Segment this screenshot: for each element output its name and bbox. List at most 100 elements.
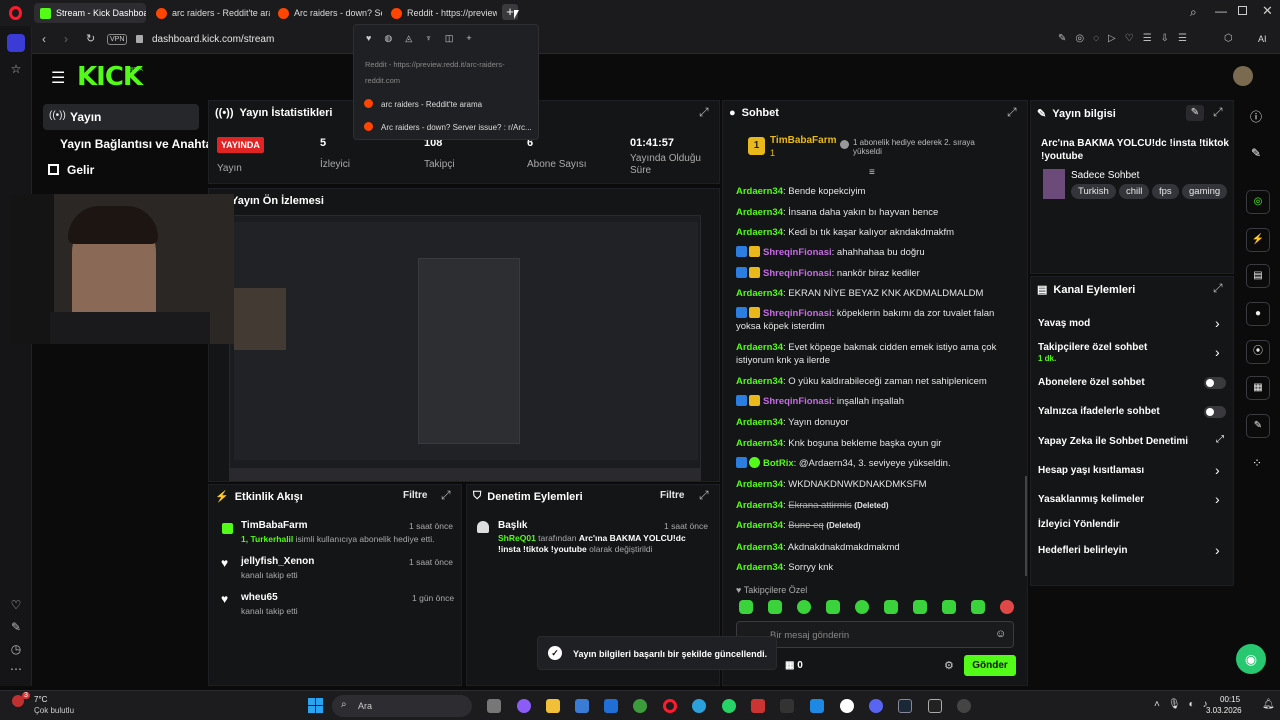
tag-chill[interactable]: chill <box>1119 184 1150 199</box>
ai-button[interactable]: AI <box>1258 34 1267 44</box>
support-chat-button[interactable]: ◉ <box>1236 644 1266 674</box>
emote-icon[interactable] <box>768 600 782 614</box>
popout-icon[interactable]: ⤢ <box>1007 105 1017 120</box>
tab-reddit-search[interactable]: arc raiders - Reddit'te ara <box>150 3 270 23</box>
chat-username[interactable]: Ardaern34 <box>736 562 783 573</box>
windows-start-icon[interactable] <box>308 698 323 713</box>
search-tabs-icon[interactable]: ⌕ <box>1190 5 1197 20</box>
maximize-button[interactable] <box>1238 6 1247 15</box>
minimize-button[interactable]: — <box>1215 4 1227 18</box>
forward-icon[interactable]: › <box>64 32 68 46</box>
action-emotes-only[interactable]: Yalnızca ifadelerle sohbet <box>1038 406 1160 417</box>
action-raid[interactable]: İzleyici Yönlendir <box>1038 519 1120 530</box>
action-subscribers-only[interactable]: Abonelere özel sohbet <box>1038 377 1145 388</box>
back-icon[interactable]: ‹ <box>42 32 46 46</box>
chat-username[interactable]: Ardaern34 <box>736 438 783 449</box>
emote-icon[interactable] <box>913 600 927 614</box>
browser-toolbar-icons[interactable]: ✎◎◌▷♡☰⇩☰ <box>1058 33 1196 44</box>
speed-dial-icons[interactable]: ♥◍◬♆◫+ <box>366 33 485 44</box>
emote-icon[interactable] <box>797 600 811 614</box>
opera-logo-icon[interactable] <box>9 6 22 20</box>
reload-icon[interactable]: ↻ <box>86 32 95 45</box>
rail-layout-icon[interactable]: ▦ <box>1246 376 1270 400</box>
action-account-age[interactable]: Hesap yaşı kısıtlaması <box>1038 465 1144 476</box>
edit-info-icon[interactable]: ✎ <box>1186 105 1204 121</box>
action-followers-only[interactable]: Takipçilere özel sohbet <box>1038 342 1147 353</box>
chat-username[interactable]: ShreqinFionasi <box>763 308 832 319</box>
subscribers-only-toggle[interactable] <box>1204 377 1226 389</box>
chat-username[interactable]: Ardaern34 <box>736 288 783 299</box>
chevron-right-icon[interactable]: › <box>1215 491 1220 507</box>
weather-desc[interactable]: Çok bulutlu <box>34 706 74 715</box>
chevron-right-icon[interactable]: › <box>1215 542 1220 558</box>
chat-username[interactable]: BotRix <box>763 458 794 469</box>
popout-icon[interactable]: ⤢ <box>1213 105 1223 120</box>
popout-icon[interactable]: ⤢ <box>699 488 709 503</box>
emoji-icon[interactable]: ☺ <box>995 628 1006 640</box>
suggestion-url[interactable]: Reddit - https://preview.redd.it/arc-rai… <box>365 57 535 89</box>
category-name[interactable]: Sadece Sohbet <box>1071 170 1139 181</box>
external-link-icon[interactable]: ⤢ <box>1216 434 1224 445</box>
telegram-icon[interactable] <box>692 699 706 713</box>
emote-icon[interactable] <box>855 600 869 614</box>
nav-item-stream[interactable]: ((•)) Yayın <box>43 104 199 130</box>
clock-date[interactable]: 3.03.2026 <box>1206 706 1242 715</box>
chat-username[interactable]: Ardaern34 <box>736 186 783 197</box>
extensions-icon[interactable]: ⬡ <box>1224 33 1233 44</box>
file-explorer-icon[interactable] <box>546 699 560 713</box>
notifications-icon[interactable]: 🔔︎ <box>1262 699 1275 710</box>
epic-games-icon[interactable] <box>928 699 942 713</box>
rail-broadcast-icon[interactable]: ⦿ <box>1246 340 1270 364</box>
action-slow-mode[interactable]: Yavaş mod <box>1038 318 1090 329</box>
opera-icon[interactable] <box>663 699 677 713</box>
outlook-icon[interactable] <box>604 699 618 713</box>
heart-icon[interactable]: ♡ <box>6 598 26 612</box>
chat-username[interactable]: ShreqinFionasi <box>763 247 832 258</box>
chat-username[interactable]: Ardaern34 <box>736 342 783 353</box>
pen-icon[interactable]: ✎ <box>6 620 26 634</box>
collapse-pinned-icon[interactable]: ≡ <box>869 167 875 178</box>
emote-icon[interactable] <box>1000 600 1014 614</box>
capcut-icon[interactable] <box>780 699 794 713</box>
tab-kick-dashboard[interactable]: Stream - Kick Dashboard <box>34 3 146 23</box>
popout-icon[interactable]: ⤢ <box>1213 281 1223 296</box>
rail-chat-icon[interactable]: ● <box>1246 302 1270 326</box>
info-icon[interactable]: ⓘ <box>1250 108 1262 125</box>
task-view-icon[interactable] <box>487 699 501 713</box>
rail-capture-icon[interactable]: ◎ <box>1246 190 1270 214</box>
action-banned-words[interactable]: Yasaklanmış kelimeler <box>1038 494 1144 505</box>
weather-temp[interactable]: 7°C <box>34 695 47 704</box>
menu-icon[interactable]: ☰ <box>51 68 65 88</box>
headset-icon[interactable] <box>751 699 765 713</box>
tag-fps[interactable]: fps <box>1152 184 1179 199</box>
chat-username[interactable]: Ardaern34 <box>736 520 783 531</box>
whatsapp-icon[interactable] <box>722 699 736 713</box>
g-app-icon[interactable] <box>840 699 854 713</box>
star-icon[interactable]: ☆ <box>6 62 26 76</box>
chat-username[interactable]: Ardaern34 <box>736 417 783 428</box>
chat-username[interactable]: Ardaern34 <box>736 479 783 490</box>
points-display[interactable]: ▦ 0 <box>785 660 803 671</box>
emote-icon[interactable] <box>884 600 898 614</box>
chat-settings-icon[interactable]: ⚙ <box>944 659 954 672</box>
emote-icon[interactable] <box>826 600 840 614</box>
emotes-only-toggle[interactable] <box>1204 406 1226 418</box>
chat-username[interactable]: Ardaern34 <box>736 227 783 238</box>
chat-input[interactable]: Bir mesaj gönderin ☺ <box>736 621 1014 648</box>
activity-filter-button[interactable]: Filtre <box>403 490 427 501</box>
suggestion-item[interactable]: Arc raiders - down? Server issue? : r/Ar… <box>364 122 532 132</box>
vpn-badge[interactable]: VPN <box>107 34 128 45</box>
nav-item-stream-keys[interactable]: Yayın Bağlantısı ve Anahtarı <box>60 137 220 151</box>
popout-icon[interactable]: ⤢ <box>699 105 709 120</box>
discord-icon[interactable] <box>869 699 883 713</box>
action-ai-moderation[interactable]: Yapay Zeka ile Sohbet Denetimi <box>1038 436 1188 447</box>
suggestion-item[interactable]: arc raiders - Reddit'te arama <box>364 99 482 109</box>
chat-username[interactable]: Ardaern34 <box>736 376 783 387</box>
emote-icon[interactable] <box>739 600 753 614</box>
steam-icon[interactable] <box>898 699 912 713</box>
clock-time[interactable]: 00:15 <box>1220 695 1240 704</box>
emote-icon[interactable] <box>942 600 956 614</box>
rail-notes-icon[interactable]: ▤ <box>1246 264 1270 288</box>
copilot-icon[interactable] <box>517 699 531 713</box>
chat-scrollbar[interactable] <box>1025 476 1027 576</box>
